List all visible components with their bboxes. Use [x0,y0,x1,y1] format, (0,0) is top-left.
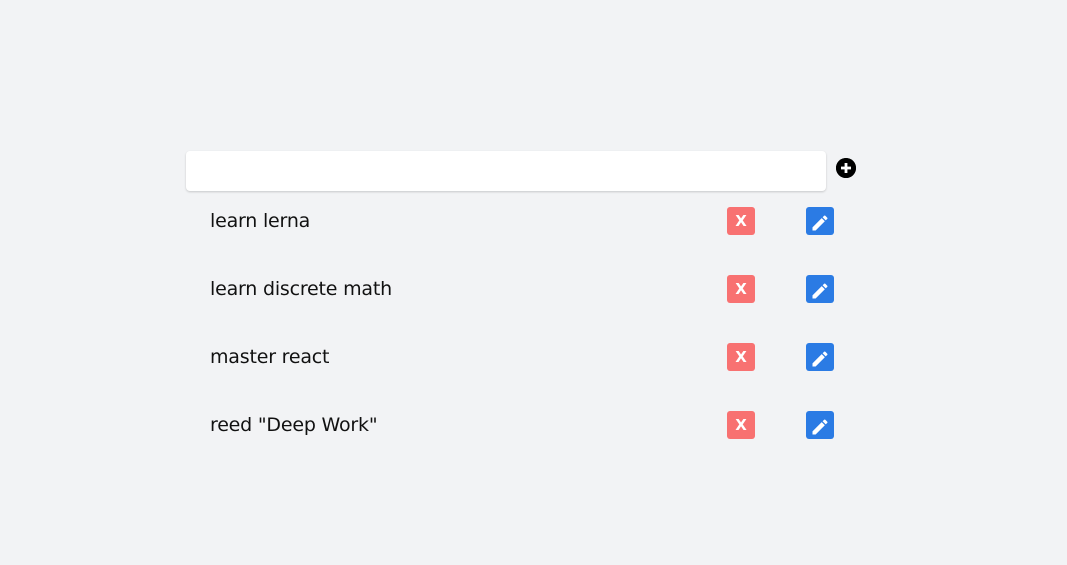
plus-circle-icon [836,158,856,178]
todo-list: learn lerna X learn discrete math X mast… [186,191,866,463]
edit-todo-button[interactable] [806,343,834,371]
delete-todo-button[interactable]: X [727,343,755,371]
new-todo-input[interactable] [186,151,826,191]
todo-item: master react X [186,327,866,395]
todo-app: learn lerna X learn discrete math X mast… [186,151,866,463]
pencil-icon [812,419,828,435]
todo-item: learn lerna X [186,191,866,259]
pencil-icon [812,283,828,299]
delete-todo-button[interactable]: X [727,275,755,303]
pencil-icon [812,215,828,231]
todo-text: master react [210,346,330,368]
todo-text: learn discrete math [210,278,392,300]
edit-todo-button[interactable] [806,207,834,235]
add-todo-row [186,151,866,191]
todo-item: reed "Deep Work" X [186,395,866,463]
delete-todo-button[interactable]: X [727,411,755,439]
delete-todo-button[interactable]: X [727,207,755,235]
add-todo-button[interactable] [836,158,856,178]
todo-item: learn discrete math X [186,259,866,327]
edit-todo-button[interactable] [806,411,834,439]
pencil-icon [812,351,828,367]
todo-text: learn lerna [210,210,311,232]
todo-text: reed "Deep Work" [210,414,378,436]
edit-todo-button[interactable] [806,275,834,303]
